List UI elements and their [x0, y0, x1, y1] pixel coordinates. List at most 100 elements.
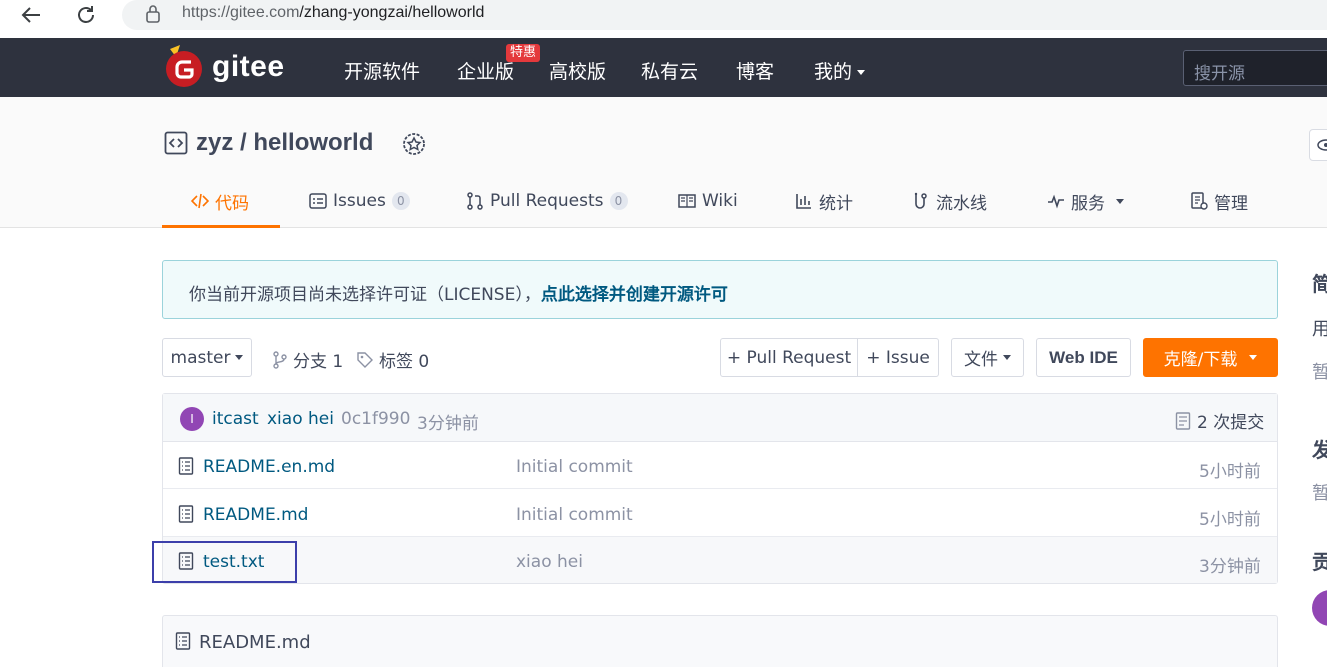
gitee-logo[interactable]: gitee [164, 42, 285, 92]
tab-services-label: 服务 [1071, 193, 1105, 214]
repo-title[interactable]: zyz / helloworld [196, 129, 373, 157]
file-commit-time: 5小时前 [1199, 462, 1261, 482]
readme-file-icon [175, 632, 191, 654]
tab-issues-label: Issues [333, 191, 386, 211]
row-divider [163, 488, 1277, 489]
issues-count-badge: 0 [391, 192, 410, 210]
book-icon [678, 194, 696, 208]
pulse-icon [1048, 194, 1064, 209]
contributor-avatar[interactable] [1312, 590, 1327, 626]
tab-stats[interactable]: 统计 [795, 189, 853, 214]
tab-manage-label: 管理 [1214, 193, 1248, 214]
new-issue-button[interactable]: + Issue [857, 338, 939, 377]
license-notice-message: 你当前开源项目尚未选择许可证（LICENSE）， [189, 285, 541, 305]
tab-services-dropdown[interactable]: 服务 [1047, 189, 1124, 214]
logo-text: gitee [212, 50, 285, 83]
branches-link[interactable]: 分支 1 [272, 347, 343, 372]
nav-enterprise[interactable]: 企业版 [457, 57, 514, 84]
file-commit-time: 3分钟前 [1199, 557, 1261, 577]
tab-manage[interactable]: 管理 [1190, 189, 1248, 214]
code-repo-icon [164, 131, 188, 159]
license-notice-text: 你当前开源项目尚未选择许可证（LICENSE），点此选择并创建开源许可 [189, 280, 728, 305]
files-dropdown[interactable]: 文件 [951, 338, 1024, 377]
clone-download-button[interactable]: 克隆/下载 [1143, 338, 1278, 377]
tags-count: 标签 0 [379, 352, 430, 372]
commits-icon [1175, 411, 1191, 430]
file-commit-message[interactable]: Initial commit [516, 505, 633, 525]
file-link[interactable]: README.en.md [203, 457, 335, 477]
file-icon [178, 457, 194, 479]
branch-select-label: master [170, 347, 231, 368]
nav-private-cloud[interactable]: 私有云 [641, 57, 698, 84]
nav-blog[interactable]: 博客 [736, 57, 774, 84]
sidebar-heading-intro: 简 [1312, 272, 1327, 296]
chevron-down-icon [857, 70, 866, 75]
file-commit-time: 5小时前 [1199, 510, 1261, 530]
eye-icon [1317, 139, 1327, 151]
code-icon [191, 193, 209, 209]
clone-download-label: 克隆/下载 [1163, 350, 1238, 370]
tab-issues[interactable]: Issues 0 [309, 189, 410, 213]
search-placeholder: 搜开源 [1194, 64, 1245, 84]
commit-hash[interactable]: 0c1f990 [341, 409, 410, 429]
annotation-highlight-box [152, 541, 297, 583]
sidebar-text: 用 [1312, 319, 1327, 340]
settings-doc-icon [1191, 192, 1208, 210]
tab-wiki[interactable]: Wiki [678, 189, 738, 213]
tab-pull-requests-label: Pull Requests [490, 191, 604, 211]
commit-time: 3分钟前 [417, 414, 479, 434]
chevron-down-icon [1003, 355, 1011, 360]
chevron-down-icon [1249, 355, 1258, 360]
url-text[interactable]: https://gitee.com/zhang-yongzai/hellowor… [182, 4, 484, 22]
tab-pull-requests[interactable]: Pull Requests 0 [466, 189, 628, 213]
url-host: https://gitee.com [182, 4, 300, 21]
back-arrow-icon[interactable] [18, 2, 44, 28]
sidebar-text: 暂 [1312, 483, 1327, 504]
commit-count: 2 次提交 [1197, 413, 1265, 433]
nav-education[interactable]: 高校版 [549, 57, 606, 84]
chevron-down-icon [1116, 198, 1124, 204]
file-commit-message[interactable]: Initial commit [516, 457, 633, 477]
url-path: /zhang-yongzai/helloworld [299, 4, 485, 21]
commit-author[interactable]: itcast [212, 409, 259, 429]
new-pull-request-button[interactable]: + Pull Request [720, 338, 858, 377]
chevron-down-icon [235, 355, 244, 360]
sidebar-heading-releases: 发 [1312, 438, 1327, 462]
nav-mine-label: 我的 [814, 61, 853, 83]
tab-pipeline-label: 流水线 [936, 193, 987, 214]
watch-button[interactable] [1309, 129, 1327, 161]
active-tab-indicator [162, 225, 280, 228]
avatar[interactable]: I [180, 407, 204, 431]
nav-mine-dropdown[interactable]: 我的 [814, 57, 866, 84]
branch-icon [273, 350, 287, 369]
create-license-link[interactable]: 点此选择并创建开源许可 [541, 285, 728, 305]
issues-icon [309, 193, 327, 209]
files-dropdown-label: 文件 [964, 350, 998, 370]
table-row-hovered [163, 537, 1277, 583]
nav-open-source[interactable]: 开源软件 [344, 57, 420, 84]
sidebar-heading-contributors: 贡 [1312, 550, 1327, 574]
tab-pipeline[interactable]: 流水线 [912, 189, 987, 214]
sidebar-text: 暂 [1312, 362, 1327, 383]
web-ide-button[interactable]: Web IDE [1036, 338, 1131, 377]
gitee-logo-icon [166, 45, 202, 87]
readme-panel [162, 615, 1278, 667]
branch-select[interactable]: master [162, 338, 252, 377]
file-link[interactable]: README.md [203, 505, 308, 525]
pull-request-icon [467, 192, 483, 210]
tab-code[interactable]: 代码 [191, 189, 249, 214]
file-commit-message[interactable]: xiao hei [516, 552, 583, 572]
tab-code-label: 代码 [215, 193, 249, 214]
tags-link[interactable]: 标签 0 [356, 347, 429, 372]
file-icon [178, 505, 194, 527]
enterprise-promo-badge: 特惠 [506, 44, 541, 62]
reload-icon[interactable] [73, 2, 99, 28]
recommend-badge-icon[interactable] [401, 131, 427, 163]
pipeline-icon [914, 192, 927, 209]
tab-wiki-label: Wiki [702, 191, 738, 211]
bar-chart-icon [796, 194, 811, 209]
commit-message[interactable]: xiao hei [267, 409, 334, 429]
site-lock-icon[interactable] [145, 4, 161, 28]
commit-history-link[interactable]: 2 次提交 [1175, 408, 1264, 433]
tag-icon [357, 351, 373, 368]
